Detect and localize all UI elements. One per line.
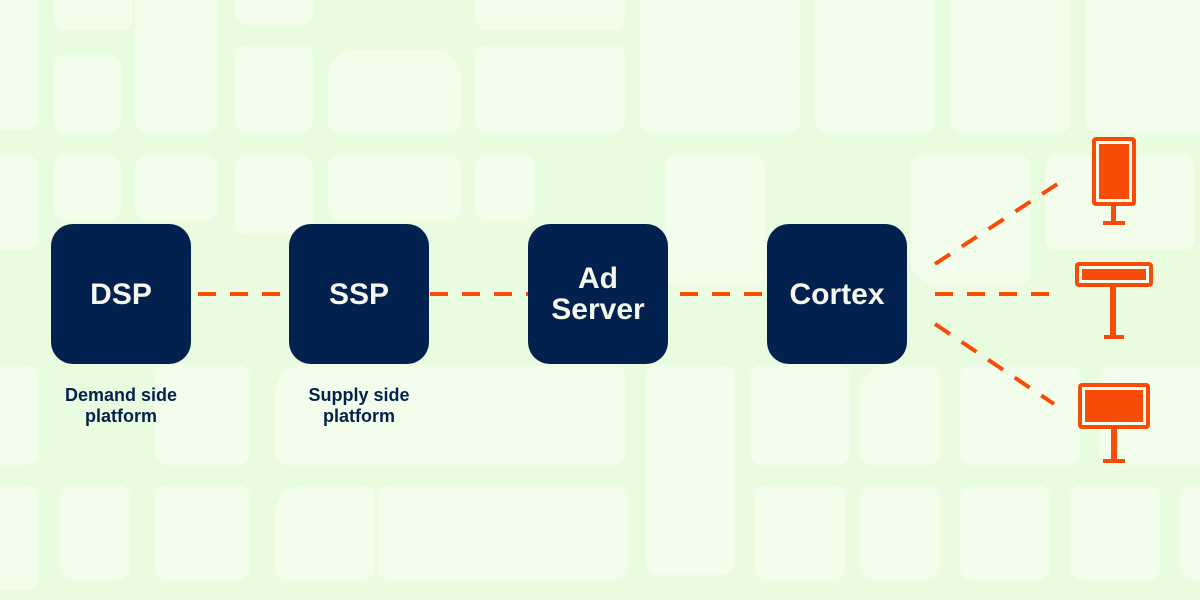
caption-ssp: Supply side platform — [308, 385, 410, 426]
node-ad-server: Ad Server — [528, 224, 668, 364]
node-ssp: SSP — [289, 224, 429, 364]
edge-cortex-screen-portrait — [933, 179, 1064, 266]
portrait-display-icon — [1092, 137, 1136, 225]
node-cortex: Cortex — [767, 224, 907, 364]
node-label: Cortex — [789, 277, 885, 311]
node-label: SSP — [328, 277, 390, 311]
banner-billboard-icon — [1075, 262, 1153, 339]
node-label: Ad Server — [551, 262, 645, 326]
node-dsp: DSP — [51, 224, 191, 364]
caption-dsp: Demand side platform — [64, 385, 178, 426]
landscape-billboard-icon — [1078, 383, 1150, 463]
node-label: DSP — [90, 277, 152, 311]
edge-cortex-screen-landscape — [933, 322, 1056, 406]
